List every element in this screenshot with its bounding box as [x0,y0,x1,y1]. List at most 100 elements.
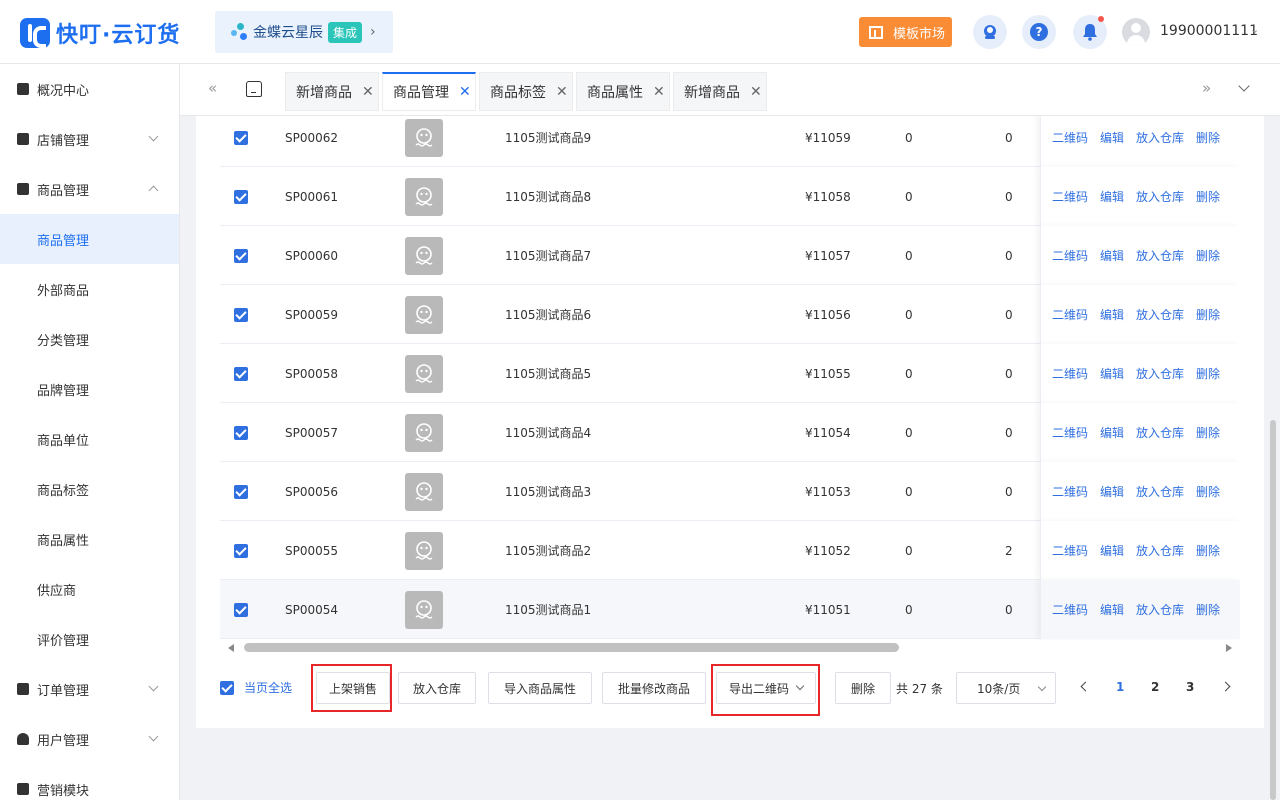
sidebar-item-users[interactable]: 用户管理 [0,714,179,764]
put-in-warehouse-link[interactable]: 放入仓库 [1136,365,1184,382]
sidebar-subitem-unit[interactable]: 商品单位 [0,414,179,464]
edit-link[interactable]: 编辑 [1100,542,1124,559]
horizontal-scrollbar[interactable] [220,640,1240,656]
sidebar-subitem-category[interactable]: 分类管理 [0,314,179,364]
customer-service-button[interactable] [973,15,1007,49]
edit-link[interactable]: 编辑 [1100,129,1124,146]
username[interactable]: 19900001111 [1160,23,1258,39]
delete-link[interactable]: 删除 [1196,247,1220,264]
next-page-icon[interactable] [1220,681,1231,692]
put-in-warehouse-button[interactable]: 放入仓库 [398,672,476,704]
qrcode-link[interactable]: 二维码 [1052,306,1088,323]
page-size-select[interactable]: 10条/页 [956,672,1056,704]
scroll-tabs-right-icon[interactable]: » [1202,79,1211,97]
put-in-warehouse-link[interactable]: 放入仓库 [1136,424,1184,441]
brand-logo[interactable]: 快叮·云订货 [20,17,180,49]
put-in-warehouse-link[interactable]: 放入仓库 [1136,247,1184,264]
table-row[interactable]: SP00054 1105测试商品1 ¥11051 0 0 二维码 编辑 放入仓库 删除 [220,580,1240,639]
table-row[interactable]: SP00059 1105测试商品6 ¥11056 0 0 二维码 编辑 放入仓库 删除 [220,285,1240,344]
page-2[interactable]: 2 [1151,680,1159,694]
sidebar-subitem-brand[interactable]: 品牌管理 [0,364,179,414]
scroll-tabs-left-icon[interactable]: « [208,79,217,97]
qrcode-link[interactable]: 二维码 [1052,365,1088,382]
scrollbar-thumb[interactable] [244,643,899,652]
delete-link[interactable]: 删除 [1196,365,1220,382]
row-checkbox[interactable] [234,366,248,381]
scroll-right-arrow-icon[interactable] [1226,644,1232,652]
import-attributes-button[interactable]: 导入商品属性 [488,672,592,704]
qrcode-link[interactable]: 二维码 [1052,188,1088,205]
close-icon[interactable]: ✕ [459,84,471,100]
home-icon[interactable] [246,81,262,97]
tab-goods-tags[interactable]: 商品标签 ✕ [479,72,573,111]
edit-link[interactable]: 编辑 [1100,601,1124,618]
sidebar-subitem-tags[interactable]: 商品标签 [0,464,179,514]
delete-link[interactable]: 删除 [1196,424,1220,441]
delete-link[interactable]: 删除 [1196,483,1220,500]
select-page-label[interactable]: 当页全选 [244,679,292,696]
put-in-warehouse-link[interactable]: 放入仓库 [1136,542,1184,559]
qrcode-link[interactable]: 二维码 [1052,601,1088,618]
edit-link[interactable]: 编辑 [1100,247,1124,264]
delete-link[interactable]: 删除 [1196,129,1220,146]
help-button[interactable]: ? [1022,15,1056,49]
row-checkbox[interactable] [234,543,248,558]
tab-goods-attributes[interactable]: 商品属性 ✕ [576,72,670,111]
sidebar-item-orders[interactable]: 订单管理 [0,664,179,714]
edit-link[interactable]: 编辑 [1100,365,1124,382]
table-row[interactable]: SP00056 1105测试商品3 ¥11053 0 0 二维码 编辑 放入仓库 删除 [220,462,1240,521]
close-icon[interactable]: ✕ [362,84,374,100]
row-checkbox[interactable] [234,602,248,617]
table-row[interactable]: SP00060 1105测试商品7 ¥11057 0 0 二维码 编辑 放入仓库 删除 [220,226,1240,285]
notifications-button[interactable] [1073,15,1107,49]
select-page-checkbox[interactable] [220,681,234,695]
sidebar-item-goods[interactable]: 商品管理 [0,164,179,214]
edit-link[interactable]: 编辑 [1100,188,1124,205]
row-checkbox[interactable] [234,189,248,204]
tab-goods-management[interactable]: 商品管理 ✕ [382,72,476,111]
put-in-warehouse-link[interactable]: 放入仓库 [1136,483,1184,500]
qrcode-link[interactable]: 二维码 [1052,483,1088,500]
vertical-scrollbar[interactable] [1270,420,1276,800]
tab-add-goods-2[interactable]: 新增商品 ✕ [673,72,767,111]
close-icon[interactable]: ✕ [750,84,762,100]
sidebar-subitem-supplier[interactable]: 供应商 [0,564,179,614]
table-row[interactable]: SP00057 1105测试商品4 ¥11054 0 0 二维码 编辑 放入仓库 删除 [220,403,1240,462]
row-checkbox[interactable] [234,130,248,145]
put-in-warehouse-link[interactable]: 放入仓库 [1136,129,1184,146]
qrcode-link[interactable]: 二维码 [1052,247,1088,264]
partner-integration-link[interactable]: 金蝶云星辰 集成 › [215,11,393,53]
qrcode-link[interactable]: 二维码 [1052,424,1088,441]
row-checkbox[interactable] [234,248,248,263]
table-row[interactable]: SP00055 1105测试商品2 ¥11052 0 2 二维码 编辑 放入仓库 删除 [220,521,1240,580]
table-row[interactable]: SP00061 1105测试商品8 ¥11058 0 0 二维码 编辑 放入仓库 删除 [220,167,1240,226]
prev-page-icon[interactable] [1080,681,1091,692]
delete-link[interactable]: 删除 [1196,306,1220,323]
row-checkbox[interactable] [234,425,248,440]
row-checkbox[interactable] [234,307,248,322]
table-row[interactable]: SP00058 1105测试商品5 ¥11055 0 0 二维码 编辑 放入仓库 删除 [220,344,1240,403]
sidebar-item-marketing[interactable]: 营销模块 [0,764,179,800]
chevron-down-icon[interactable]: ⌄ [1250,23,1259,36]
edit-link[interactable]: 编辑 [1100,483,1124,500]
delete-button[interactable]: 删除 [835,672,891,704]
qrcode-link[interactable]: 二维码 [1052,542,1088,559]
put-in-warehouse-link[interactable]: 放入仓库 [1136,188,1184,205]
page-1[interactable]: 1 [1116,680,1124,694]
close-icon[interactable]: ✕ [653,84,665,100]
sidebar-subitem-goods-management[interactable]: 商品管理 [0,214,179,264]
close-icon[interactable]: ✕ [556,84,568,100]
chevron-down-icon[interactable] [1238,80,1250,92]
edit-link[interactable]: 编辑 [1100,424,1124,441]
avatar[interactable] [1122,18,1150,46]
sidebar-item-store[interactable]: 店铺管理 [0,114,179,164]
put-in-warehouse-link[interactable]: 放入仓库 [1136,601,1184,618]
delete-link[interactable]: 删除 [1196,601,1220,618]
row-checkbox[interactable] [234,484,248,499]
batch-edit-button[interactable]: 批量修改商品 [602,672,706,704]
page-3[interactable]: 3 [1186,680,1194,694]
tab-add-goods[interactable]: 新增商品 ✕ [285,72,379,111]
sidebar-subitem-external-goods[interactable]: 外部商品 [0,264,179,314]
sidebar-subitem-reviews[interactable]: 评价管理 [0,614,179,664]
sidebar-item-overview[interactable]: 概况中心 [0,64,179,114]
